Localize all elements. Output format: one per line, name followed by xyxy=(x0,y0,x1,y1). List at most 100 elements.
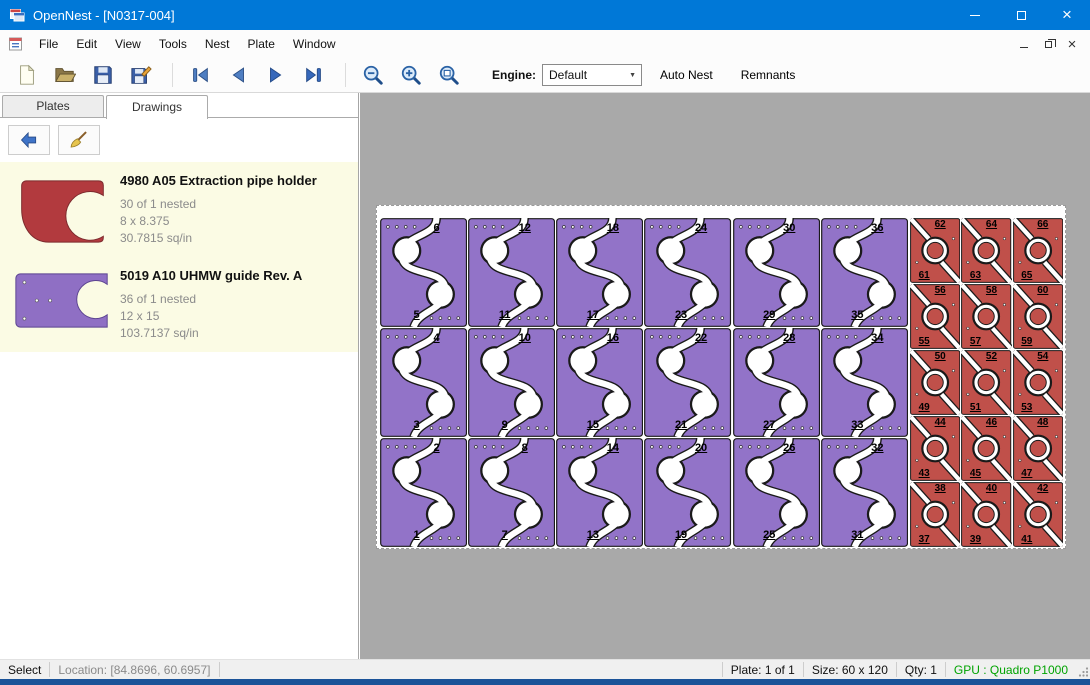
purple-part-pair[interactable]: 65 xyxy=(380,218,467,327)
zoom-in-button[interactable] xyxy=(394,60,428,90)
window-title: OpenNest - [N0317-004] xyxy=(33,8,175,23)
status-location: Location: [84.8696, 60.6957] xyxy=(50,663,218,677)
drawing-area: 30.7815 sq/in xyxy=(120,230,350,247)
red-part-pair[interactable]: 6665 xyxy=(1013,218,1063,283)
toolbar-separator xyxy=(345,63,346,87)
menu-item-file[interactable]: File xyxy=(30,33,67,55)
tab-drawings[interactable]: Drawings xyxy=(106,95,208,119)
mdi-restore-button[interactable] xyxy=(1036,33,1060,55)
list-item[interactable]: 5019 A10 UHMW guide Rev. A 36 of 1 neste… xyxy=(0,257,358,352)
go-next-button[interactable] xyxy=(259,60,293,90)
main-toolbar: Engine: Default ▼ Auto Nest Remnants xyxy=(0,58,1090,93)
engine-select[interactable]: Default ▼ xyxy=(542,64,642,86)
red-part-pair[interactable]: 6261 xyxy=(910,218,960,283)
menu-item-edit[interactable]: Edit xyxy=(67,33,106,55)
window-minimize-button[interactable] xyxy=(952,0,998,30)
drawing-size: 8 x 8.375 xyxy=(120,213,350,230)
menu-item-window[interactable]: Window xyxy=(284,33,345,55)
part-number: 41 xyxy=(1013,535,1063,545)
open-button[interactable] xyxy=(48,60,82,90)
auto-nest-button[interactable]: Auto Nest xyxy=(650,62,723,88)
red-part-pair[interactable]: 6059 xyxy=(1013,284,1063,349)
mdi-close-button[interactable]: × xyxy=(1060,33,1084,55)
part-number: 40 xyxy=(961,484,1011,494)
part-number: 18 xyxy=(556,223,643,234)
zoom-out-button[interactable] xyxy=(356,60,390,90)
zoom-out-icon xyxy=(362,64,384,86)
drawing-size: 12 x 15 xyxy=(120,308,350,325)
menu-item-view[interactable]: View xyxy=(106,33,150,55)
purple-part-pair[interactable]: 1817 xyxy=(556,218,643,327)
purple-part-pair[interactable]: 1211 xyxy=(468,218,555,327)
part-number: 22 xyxy=(644,333,731,344)
purple-part-pair[interactable]: 22 21 xyxy=(644,328,731,437)
purple-part-pair[interactable]: 21 xyxy=(380,438,467,547)
mdi-minimize-button[interactable] xyxy=(1012,33,1036,55)
menu-item-tools[interactable]: Tools xyxy=(150,33,196,55)
window-maximize-button[interactable] xyxy=(998,0,1044,30)
part-number: 30 xyxy=(733,223,820,234)
drawing-nested-count: 36 of 1 nested xyxy=(120,291,350,308)
part-number: 46 xyxy=(961,418,1011,428)
red-part-pair[interactable]: 5049 xyxy=(910,350,960,415)
window-close-button[interactable]: × xyxy=(1044,0,1090,30)
status-qty: Qty: 1 xyxy=(897,663,945,677)
purple-part-pair[interactable]: 109 xyxy=(468,328,555,437)
drawing-area: 103.7137 sq/in xyxy=(120,325,350,342)
purple-part-pair[interactable]: 2423 xyxy=(644,218,731,327)
red-part-pair[interactable]: 4847 xyxy=(1013,416,1063,481)
purple-part-pair[interactable]: 3635 xyxy=(821,218,908,327)
red-part-pair[interactable]: 5251 xyxy=(961,350,1011,415)
part-number: 59 xyxy=(1013,337,1063,347)
red-part-pair[interactable]: 5453 xyxy=(1013,350,1063,415)
purple-part-pair[interactable]: 87 xyxy=(468,438,555,547)
go-previous-button[interactable] xyxy=(221,60,255,90)
save-button[interactable] xyxy=(86,60,120,90)
purple-part-pair[interactable]: 2019 xyxy=(644,438,731,547)
clean-button[interactable] xyxy=(58,125,100,155)
tab-plates[interactable]: Plates xyxy=(2,95,104,117)
toolbar-separator xyxy=(172,63,173,87)
red-part-pair[interactable]: 4645 xyxy=(961,416,1011,481)
red-part-pair[interactable]: 38 37 xyxy=(910,482,960,547)
red-part-pair[interactable]: 5857 xyxy=(961,284,1011,349)
send-to-plate-button[interactable] xyxy=(8,125,50,155)
purple-part-pair[interactable]: 43 xyxy=(380,328,467,437)
menu-item-plate[interactable]: Plate xyxy=(239,33,284,55)
remnants-button[interactable]: Remnants xyxy=(731,62,806,88)
purple-part-pair[interactable]: 3231 xyxy=(821,438,908,547)
part-number: 7 xyxy=(468,530,555,541)
go-first-button[interactable] xyxy=(183,60,217,90)
red-part-pair[interactable]: 4443 xyxy=(910,416,960,481)
part-number: 21 xyxy=(644,420,731,431)
purple-part-pair[interactable]: 2625 xyxy=(733,438,820,547)
save-as-button[interactable] xyxy=(124,60,158,90)
purple-part-pair[interactable]: 2827 xyxy=(733,328,820,437)
purple-part-pair[interactable]: 1615 xyxy=(556,328,643,437)
resize-grip-icon[interactable] xyxy=(1076,661,1090,679)
list-item[interactable]: 4980 A05 Extraction pipe holder 30 of 1 … xyxy=(0,162,358,257)
purple-part-pair[interactable]: 3433 xyxy=(821,328,908,437)
purple-part-pair[interactable]: 3029 xyxy=(733,218,820,327)
go-last-button[interactable] xyxy=(297,60,331,90)
engine-label: Engine: xyxy=(492,68,536,82)
title-bar: OpenNest - [N0317-004] × xyxy=(0,0,1090,30)
plate-sheet[interactable]: 65 1211 1817 2423 3029 3635 xyxy=(376,205,1066,549)
zoom-fit-button[interactable] xyxy=(432,60,466,90)
clean-broom-icon xyxy=(69,130,89,150)
part-number: 37 xyxy=(910,535,960,545)
part-number: 16 xyxy=(556,333,643,344)
part-number: 6 xyxy=(380,223,467,234)
red-part-pair[interactable]: 5655 xyxy=(910,284,960,349)
red-part-pair[interactable]: 4241 xyxy=(1013,482,1063,547)
red-part-pair[interactable]: 4039 xyxy=(961,482,1011,547)
menu-item-nest[interactable]: Nest xyxy=(196,33,239,55)
part-number: 38 xyxy=(910,484,960,494)
part-number: 12 xyxy=(468,223,555,234)
red-part-pair[interactable]: 6463 xyxy=(961,218,1011,283)
zoom-fit-icon xyxy=(438,64,460,86)
part-number: 64 xyxy=(961,220,1011,230)
nest-canvas[interactable]: 65 1211 1817 2423 3029 3635 xyxy=(360,93,1090,659)
new-button[interactable] xyxy=(10,60,44,90)
purple-part-pair[interactable]: 1413 xyxy=(556,438,643,547)
